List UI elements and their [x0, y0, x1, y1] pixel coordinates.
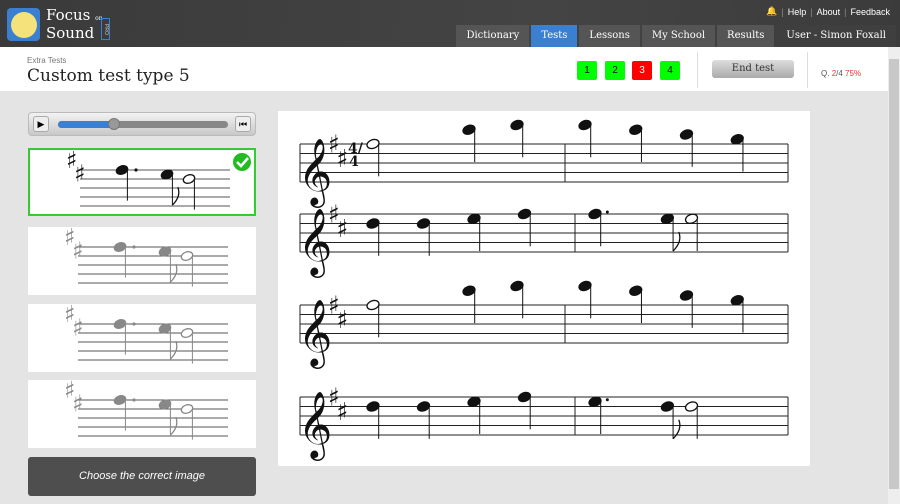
- note-head: [416, 401, 431, 412]
- note-head: [180, 251, 194, 261]
- nav-my-school[interactable]: My School: [641, 25, 716, 47]
- note-head: [462, 124, 476, 135]
- note-head: [366, 401, 380, 412]
- note-head: [366, 138, 380, 150]
- note-dot: [134, 168, 138, 172]
- note-head: [182, 174, 196, 184]
- time-signature: 4/4: [348, 141, 363, 170]
- slider-handle[interactable]: [108, 118, 121, 130]
- note-head: [366, 299, 380, 311]
- end-test-button[interactable]: End test: [712, 60, 794, 78]
- note-head: [660, 401, 675, 412]
- question-1-button[interactable]: 1: [577, 61, 597, 80]
- feedback-link[interactable]: Feedback: [850, 7, 890, 17]
- breadcrumb[interactable]: Extra Tests: [27, 56, 66, 65]
- nav-results[interactable]: Results: [717, 25, 775, 47]
- answer-option-4[interactable]: ♯ ♯: [28, 376, 256, 448]
- question-2-button[interactable]: 2: [605, 61, 625, 80]
- note-head: [679, 290, 694, 301]
- sharp-icon: ♯: [337, 144, 349, 173]
- progress-slider[interactable]: [58, 118, 228, 130]
- sharp-icon: ♯: [337, 214, 349, 243]
- note-head: [629, 285, 643, 296]
- note-flag: [169, 416, 178, 436]
- note-head: [510, 119, 524, 131]
- note-head: [517, 208, 532, 220]
- play-icon[interactable]: ▶: [33, 116, 49, 132]
- note-head: [113, 319, 127, 329]
- sharp-icon: ♯: [337, 305, 349, 334]
- note-head: [510, 280, 524, 292]
- note-head: [578, 280, 592, 292]
- note-dot: [132, 398, 136, 402]
- note-flag: [672, 419, 681, 440]
- note-head: [180, 404, 194, 414]
- sharp-icon: ♯: [72, 237, 83, 265]
- note-dot: [132, 322, 136, 326]
- note-flag: [672, 231, 681, 252]
- note-head: [517, 391, 532, 403]
- nav-lessons[interactable]: Lessons: [579, 25, 640, 47]
- note-head: [588, 208, 602, 220]
- sharp-icon: ♯: [72, 314, 83, 342]
- brand-name: Focus on Sound: [46, 6, 103, 42]
- note-head: [629, 124, 643, 135]
- answer-option-3[interactable]: ♯ ♯: [28, 300, 256, 372]
- note-dot: [132, 245, 136, 249]
- nav-tests[interactable]: Tests: [531, 25, 578, 47]
- bell-icon[interactable]: 🔔: [766, 6, 777, 17]
- note-flag: [171, 186, 180, 206]
- note-head: [462, 285, 476, 296]
- skip-back-icon[interactable]: ⏮: [235, 116, 251, 132]
- music-score: 𝄞 ♯ ♯ 𝄞 ♯ ♯ 𝄞 ♯ ♯ 𝄞 ♯ ♯ 4/4: [278, 111, 810, 466]
- question-status: Q. 2/4 75%: [821, 69, 862, 78]
- help-link[interactable]: Help: [788, 7, 807, 17]
- logo[interactable]: [7, 8, 40, 41]
- top-bar: Focus on Sound PRO 🔔 | Help | About | Feedba…: [0, 0, 900, 47]
- note-flag: [169, 340, 178, 360]
- note-dot: [605, 210, 609, 214]
- note-dot: [605, 398, 609, 402]
- answer-option-1[interactable]: ♯ ♯: [28, 146, 256, 216]
- question-4-button[interactable]: 4: [660, 61, 680, 80]
- check-icon: [233, 153, 251, 171]
- audio-player: ▶ ⏮: [28, 112, 256, 136]
- note-head: [684, 401, 699, 412]
- page-title: Custom test type 5: [27, 66, 190, 86]
- note-head: [578, 119, 592, 131]
- sharp-icon: ♯: [337, 397, 349, 426]
- scrollbar[interactable]: [888, 47, 900, 504]
- nav-dictionary[interactable]: Dictionary: [456, 25, 530, 47]
- note-head: [113, 242, 127, 252]
- page-header: Extra Tests Custom test type 5 1 2 3 4 E…: [0, 47, 888, 91]
- note-head: [416, 218, 431, 229]
- choose-instruction: Choose the correct image: [28, 457, 256, 496]
- question-3-button[interactable]: 3: [632, 61, 652, 80]
- answer-option-2[interactable]: ♯ ♯: [28, 223, 256, 295]
- note-head: [366, 218, 380, 229]
- sharp-icon: ♯: [72, 390, 83, 418]
- note-head: [180, 328, 194, 338]
- note-head: [679, 129, 694, 140]
- note-head: [115, 165, 129, 175]
- about-link[interactable]: About: [817, 7, 841, 17]
- note-flag: [169, 263, 178, 283]
- sharp-icon: ♯: [74, 160, 85, 188]
- note-head: [113, 395, 127, 405]
- nav-user[interactable]: User - Simon Foxall: [776, 25, 896, 47]
- pro-badge: PRO: [101, 18, 110, 40]
